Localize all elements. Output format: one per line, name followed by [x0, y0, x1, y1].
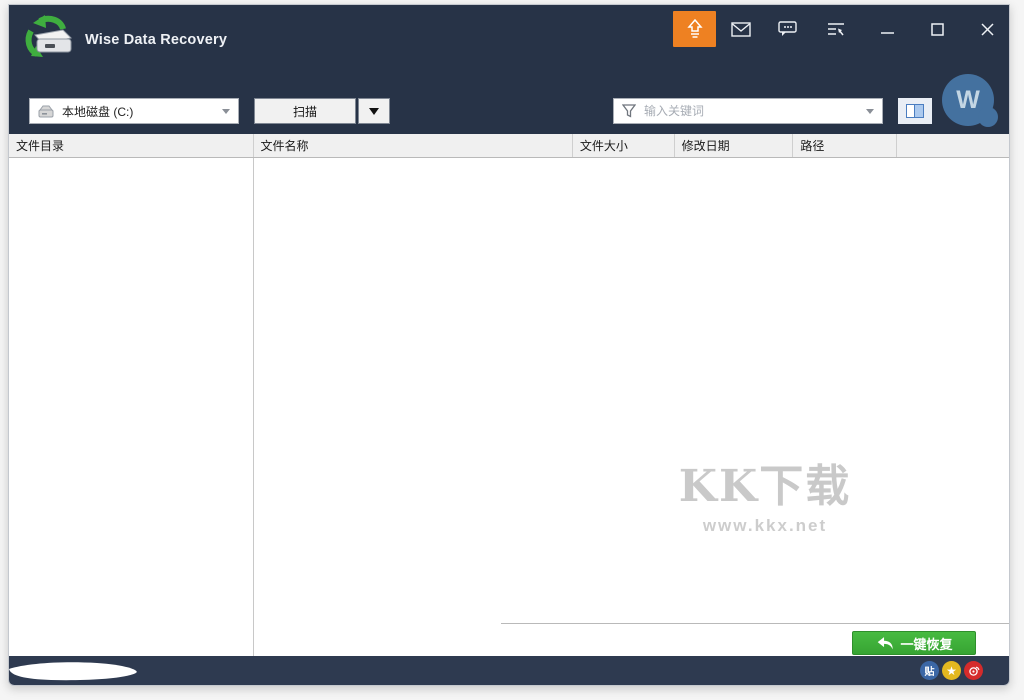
app-logo-icon — [25, 15, 73, 57]
column-header-filesize[interactable]: 文件大小 — [573, 134, 675, 157]
watermark-url: www.kkx.net — [702, 516, 828, 535]
drive-selector[interactable]: 本地磁盘 (C:) — [29, 98, 239, 124]
scan-options-button[interactable] — [358, 98, 390, 124]
title-bar: Wise Data Recovery 本地磁盘 (C:) 扫描 输入关键词 W — [9, 5, 1009, 134]
close-icon — [980, 22, 994, 36]
watermark-title: KK下载 — [678, 461, 852, 512]
status-bar: 贴 ★ — [9, 656, 1009, 685]
search-chevron-icon — [866, 108, 874, 114]
column-header-extra[interactable] — [897, 134, 1009, 157]
column-header-filename[interactable]: 文件名称 — [254, 134, 573, 157]
menu-button[interactable] — [818, 11, 854, 47]
feedback-button[interactable] — [769, 11, 805, 47]
main-content: KK下载 www.kkx.net 一键恢复 — [9, 158, 1009, 658]
menu-icon — [828, 22, 844, 35]
app-window: Wise Data Recovery 本地磁盘 (C:) 扫描 输入关键词 W … — [8, 4, 1010, 686]
upgrade-icon — [686, 19, 703, 38]
close-button[interactable] — [969, 11, 1005, 47]
tieba-icon[interactable]: 贴 — [920, 661, 939, 680]
weibo-icon[interactable] — [964, 661, 983, 680]
column-header-path[interactable]: 路径 — [793, 134, 898, 157]
recover-button[interactable]: 一键恢复 — [852, 631, 976, 655]
mail-icon — [731, 21, 751, 37]
watermark: KK下载 www.kkx.net — [635, 450, 895, 536]
recover-button-label: 一键恢复 — [900, 636, 953, 652]
censored-text-blob — [9, 662, 137, 681]
maximize-icon — [930, 22, 944, 36]
search-filter-box — [613, 98, 883, 124]
dropdown-arrow-icon — [369, 107, 379, 115]
column-header-directory[interactable]: 文件目录 — [9, 134, 254, 157]
maximize-button[interactable] — [919, 11, 955, 47]
qzone-icon[interactable]: ★ — [942, 661, 961, 680]
feedback-icon — [777, 21, 797, 36]
undo-arrow-icon — [878, 637, 894, 650]
minimize-icon — [880, 32, 894, 34]
app-title: Wise Data Recovery — [85, 32, 228, 48]
social-links: 贴 ★ — [920, 661, 983, 680]
mail-button[interactable] — [723, 11, 759, 47]
drive-icon — [38, 105, 54, 117]
search-input[interactable] — [644, 104, 866, 118]
filter-icon — [622, 104, 636, 118]
scan-button[interactable]: 扫描 — [254, 98, 356, 124]
user-avatar[interactable]: W — [942, 74, 998, 127]
minimize-button[interactable] — [869, 11, 905, 47]
weibo-eye-icon — [968, 666, 979, 676]
column-header-modified[interactable]: 修改日期 — [675, 134, 794, 157]
table-header-row: 文件目录 文件名称 文件大小 修改日期 路径 — [9, 134, 1009, 158]
directory-tree-panel[interactable] — [9, 158, 254, 658]
drive-selector-value: 本地磁盘 (C:) — [62, 104, 134, 119]
split-view-icon — [906, 104, 924, 118]
layout-toggle-button[interactable] — [898, 98, 932, 124]
action-bar: 一键恢复 — [501, 623, 1009, 658]
chevron-down-icon — [222, 108, 230, 114]
upgrade-button[interactable] — [673, 11, 716, 47]
file-list-panel[interactable]: KK下载 www.kkx.net 一键恢复 — [255, 158, 1009, 658]
